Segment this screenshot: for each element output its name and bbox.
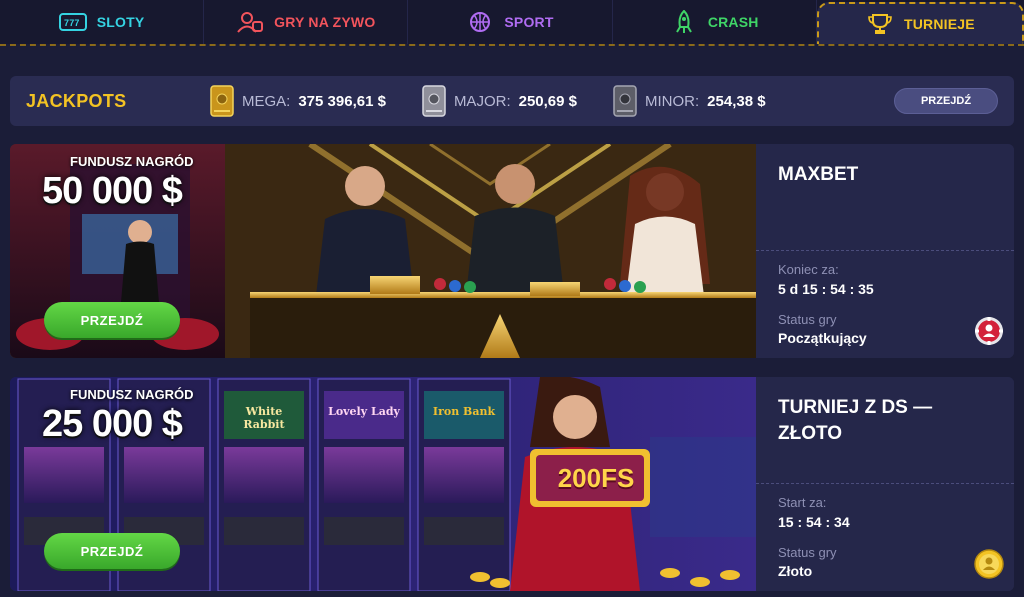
status-value: Złoto — [778, 563, 813, 579]
jackpot-major: MAJOR: 250,69 $ — [420, 84, 577, 118]
info-divider — [756, 483, 1014, 484]
end-time-label: Koniec za: — [778, 262, 839, 277]
jackpot-mega: MEGA: 375 396,61 $ — [208, 84, 386, 118]
tab-label: SLOTY — [96, 14, 145, 30]
tournament-go-button[interactable]: PRZEJDŹ — [44, 302, 180, 338]
end-time-value: 5 d 15 : 54 : 35 — [778, 281, 874, 297]
tab-label: CRASH — [707, 14, 759, 30]
tab-sloty[interactable]: 777 SLOTY — [0, 0, 205, 44]
prize-fund-amount: 50 000 $ — [42, 170, 183, 212]
slot-title: Lovely Lady — [328, 405, 400, 418]
tournament-banner[interactable]: 200FS White Rabbit Lovely Lady Iron Bank… — [10, 377, 756, 591]
jackpot-label: MINOR: — [645, 92, 700, 110]
gold-medal-icon — [974, 549, 1004, 579]
tab-turnieje[interactable]: TURNIEJE — [816, 2, 1024, 44]
jackpots-go-button[interactable]: PRZEJDŹ — [894, 88, 998, 114]
prize-fund-label: FUNDUSZ NAGRÓD — [70, 154, 194, 169]
category-nav: 777 SLOTY GRY NA ZYWO SPORT CRASH TURNIE… — [0, 0, 1024, 44]
nav-divider — [0, 44, 1024, 47]
status-value: Początkujący — [778, 330, 867, 346]
tournament-card-ds-zloto: 200FS White Rabbit Lovely Lady Iron Bank… — [10, 377, 1014, 591]
tab-label: GRY NA ZYWO — [274, 14, 376, 30]
slot-title: Iron Bank — [432, 405, 496, 418]
tab-label: SPORT — [504, 14, 554, 30]
jackpots-title: JACKPOTS — [26, 90, 127, 111]
jackpot-value: 250,69 $ — [518, 92, 577, 110]
tab-label: TURNIEJE — [903, 16, 975, 32]
tournament-card-maxbet: FUNDUSZ NAGRÓD 50 000 $ PRZEJDŹ MAXBET K… — [10, 144, 1014, 358]
info-divider — [756, 250, 1014, 251]
casino-chip-icon — [975, 317, 1003, 345]
tournament-go-button[interactable]: PRZEJDŹ — [44, 533, 180, 569]
tournament-name: MAXBET — [778, 164, 859, 185]
jackpot-value: 375 396,61 $ — [298, 92, 386, 110]
tournament-name: TURNIEJ Z DS — ZŁOTO — [778, 397, 933, 444]
slot-title: White Rabbit — [243, 405, 285, 431]
slot-machine-icon: 777 — [58, 11, 87, 33]
silver-safe-icon — [420, 84, 448, 118]
prize-fund-amount: 25 000 $ — [42, 403, 183, 445]
tab-crash[interactable]: CRASH — [613, 0, 817, 44]
tab-sport[interactable]: SPORT — [408, 0, 613, 44]
tournament-info: MAXBET Koniec za: 5 d 15 : 54 : 35 Statu… — [756, 144, 1014, 358]
jackpot-label: MAJOR: — [453, 92, 511, 110]
jackpot-value: 254,38 $ — [707, 92, 766, 110]
basketball-icon — [466, 11, 494, 33]
grey-safe-icon — [611, 84, 639, 118]
jackpot-label: MEGA: — [242, 92, 291, 110]
start-time-label: Start za: — [778, 495, 827, 510]
status-label: Status gry — [778, 545, 837, 560]
tab-gry-na-zywo[interactable]: GRY NA ZYWO — [204, 0, 409, 44]
tournament-info: TURNIEJ Z DS — ZŁOTO Start za: 15 : 54 :… — [756, 377, 1014, 591]
gold-safe-icon — [208, 84, 236, 118]
status-label: Status gry — [778, 312, 837, 327]
tournament-banner[interactable]: FUNDUSZ NAGRÓD 50 000 $ PRZEJDŹ — [10, 144, 756, 358]
banner-sign-text: 200FS — [557, 463, 635, 493]
trophy-icon — [866, 13, 894, 35]
svg-text:777: 777 — [64, 18, 80, 28]
start-time-value: 15 : 54 : 34 — [778, 514, 850, 530]
prize-fund-label: FUNDUSZ NAGRÓD — [70, 387, 194, 402]
jackpot-minor: MINOR: 254,38 $ — [611, 84, 766, 118]
rocket-icon — [670, 10, 698, 33]
jackpots-bar: JACKPOTS MEGA: 375 396,61 $ MAJOR: 250,6… — [10, 76, 1014, 126]
live-dealer-icon — [236, 11, 264, 33]
